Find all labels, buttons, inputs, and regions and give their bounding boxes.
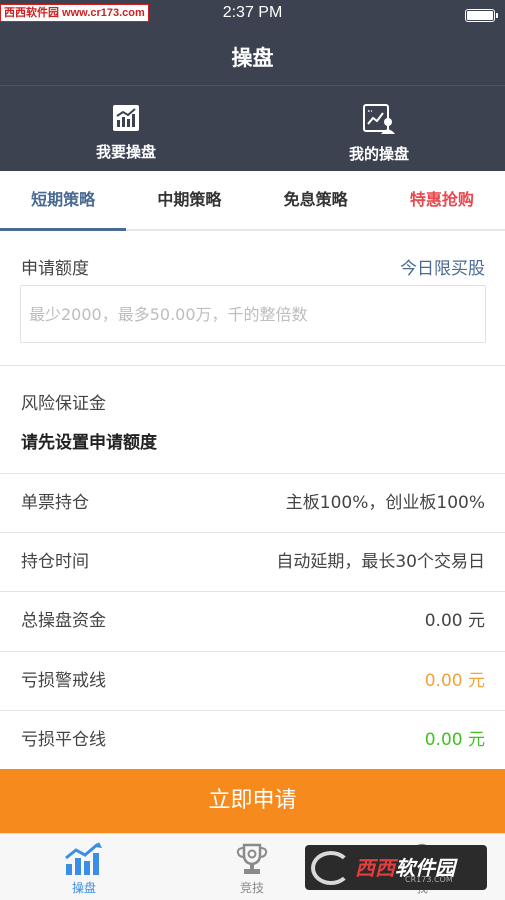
page-title: 操盘 <box>231 46 274 70</box>
tab-mid-term[interactable]: 中期策略 <box>126 171 252 229</box>
apply-amount-input[interactable] <box>20 285 486 343</box>
detail-value: 0.00 元 <box>424 611 485 631</box>
tabbar-label: 竞技 <box>239 881 264 895</box>
status-time: 2:37 PM <box>222 4 283 21</box>
detail-key: 亏损警戒线 <box>21 671 106 691</box>
detail-key: 单票持仓 <box>21 493 89 513</box>
status-bar: 西西软件园 www.cr173.com 2:37 PM <box>0 0 505 28</box>
detail-value: 自动延期，最长30个交易日 <box>276 552 485 572</box>
detail-key: 总操盘资金 <box>21 611 106 631</box>
detail-key: 亏损平仓线 <box>21 730 106 750</box>
watermark-subtext: CR173.COM <box>405 875 453 884</box>
detail-key: 持仓时间 <box>21 552 89 572</box>
detail-value: 主板100%，创业板100% <box>285 493 485 513</box>
chart-bars-icon <box>65 842 102 875</box>
chart-user-icon <box>363 104 395 134</box>
tabbar-label: 操盘 <box>71 881 96 895</box>
nav-divider <box>0 85 505 86</box>
tab-special-offer[interactable]: 特惠抢购 <box>379 171 505 229</box>
watermark-text-red: 西西 <box>355 855 395 880</box>
detail-row-position: 单票持仓 主板100%，创业板100% <box>0 474 505 533</box>
quick-action-label: 我要操盘 <box>95 143 156 161</box>
quick-action-my-trades[interactable]: 我的操盘 <box>309 104 449 164</box>
detail-row-warning-line: 亏损警戒线 0.00 元 <box>0 652 505 711</box>
chart-up-icon <box>113 105 139 131</box>
risk-margin-label: 风险保证金 <box>21 394 106 414</box>
trophy-icon <box>236 843 268 874</box>
detail-row-liquidation-line: 亏损平仓线 0.00 元 <box>0 711 505 770</box>
header: 西西软件园 www.cr173.com 2:37 PM 操盘 我要操盘 我的操盘 <box>0 0 505 171</box>
margin-notice: 请先设置申请额度 <box>21 433 157 453</box>
watermark-logo-icon <box>311 850 351 885</box>
apply-now-button[interactable]: 立即申请 <box>0 769 505 833</box>
tabbar-item-trade[interactable]: 操盘 <box>24 834 144 900</box>
detail-value: 0.00 元 <box>424 671 485 691</box>
watermark-logo: 西西软件园 CR173.COM <box>305 845 487 890</box>
tabbar-item-compete[interactable]: 竞技 <box>192 834 312 900</box>
detail-value: 0.00 元 <box>424 730 485 750</box>
quick-action-my-trade[interactable]: 我要操盘 <box>56 104 196 162</box>
tab-interest-free[interactable]: 免息策略 <box>253 171 379 229</box>
apply-amount-label: 申请额度 <box>21 259 89 279</box>
detail-row-total-funds: 总操盘资金 0.00 元 <box>0 592 505 651</box>
today-limit-stocks-link[interactable]: 今日限买股 <box>400 254 485 279</box>
strategy-tabs: 短期策略 中期策略 免息策略 特惠抢购 <box>0 171 505 231</box>
divider <box>0 365 505 366</box>
battery-icon <box>465 9 498 22</box>
quick-action-label: 我的操盘 <box>348 145 409 163</box>
detail-row-hold-time: 持仓时间 自动延期，最长30个交易日 <box>0 533 505 592</box>
tab-short-term[interactable]: 短期策略 <box>0 171 127 231</box>
